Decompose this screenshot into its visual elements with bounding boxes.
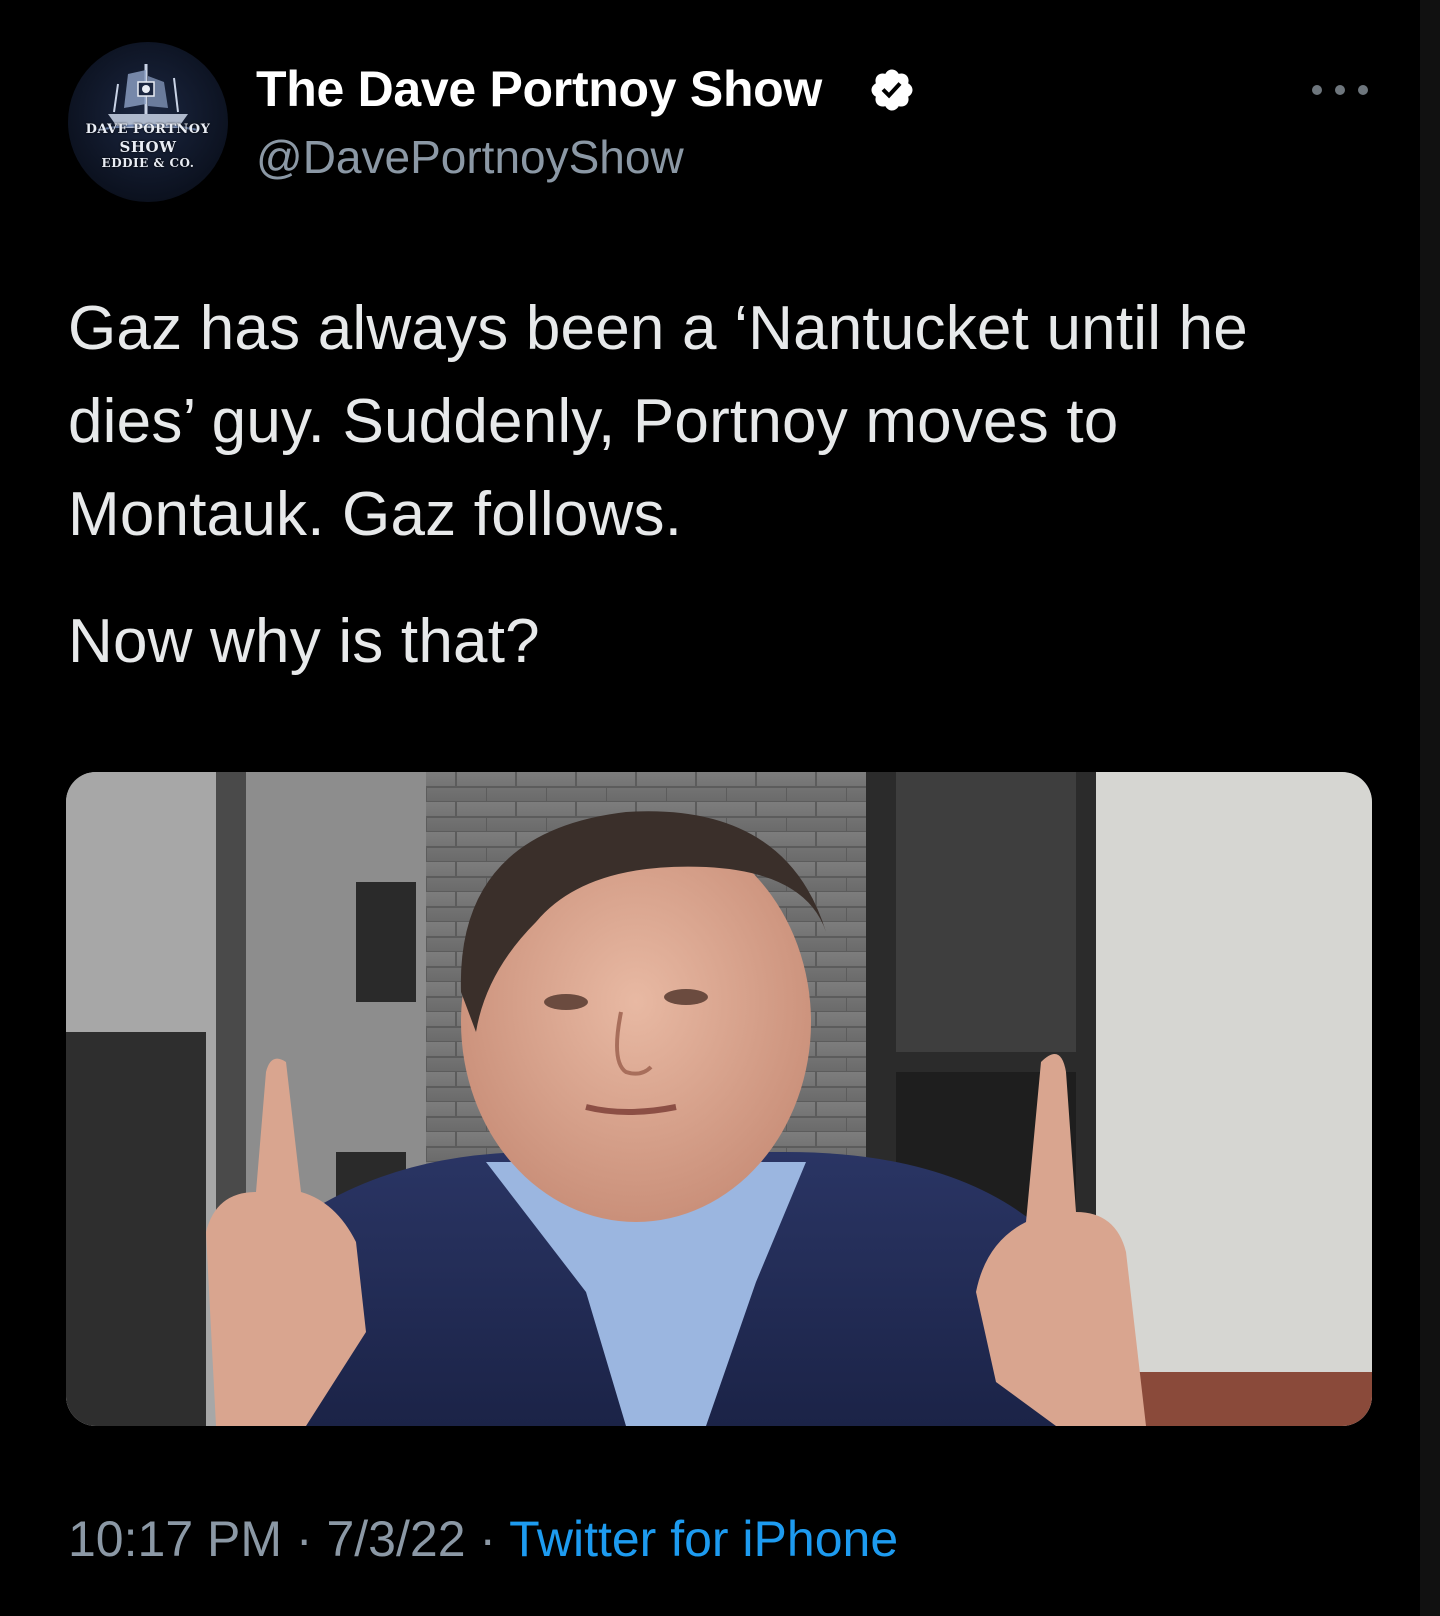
verified-badge-icon xyxy=(871,69,913,111)
user-handle[interactable]: @DavePortnoyShow xyxy=(256,130,684,184)
tweet-media-image[interactable] xyxy=(66,772,1372,1426)
avatar[interactable]: DAVE PORTNOY SHOW EDDIE & CO. xyxy=(68,42,228,202)
tweet-time[interactable]: 10:17 PM xyxy=(68,1511,282,1567)
media-photo xyxy=(66,772,1372,1426)
tweet-date[interactable]: 7/3/22 xyxy=(326,1511,465,1567)
tweet-paragraph: Now why is that? xyxy=(68,607,540,676)
tweet-card: DAVE PORTNOY SHOW EDDIE & CO. The Dave P… xyxy=(0,0,1440,1616)
avatar-logo-line: SHOW xyxy=(119,138,177,156)
avatar-logo-line: EDDIE & CO. xyxy=(101,156,195,170)
meta-separator: · xyxy=(295,1511,313,1567)
meta-separator: · xyxy=(479,1511,497,1567)
tweet-paragraph: Gaz has always been a ‘Nantucket until h… xyxy=(68,294,1248,549)
tweet-text: Gaz has always been a ‘Nantucket until h… xyxy=(68,282,1378,688)
tweet-metadata: 10:17 PM · 7/3/22 · Twitter for iPhone xyxy=(68,1510,898,1568)
display-name[interactable]: The Dave Portnoy Show xyxy=(256,60,822,118)
avatar-logo-line: DAVE PORTNOY xyxy=(85,122,211,137)
scrollbar-edge xyxy=(1420,0,1440,1616)
tweet-source-link[interactable]: Twitter for iPhone xyxy=(509,1511,898,1567)
more-horizontal-icon[interactable] xyxy=(1312,74,1368,106)
